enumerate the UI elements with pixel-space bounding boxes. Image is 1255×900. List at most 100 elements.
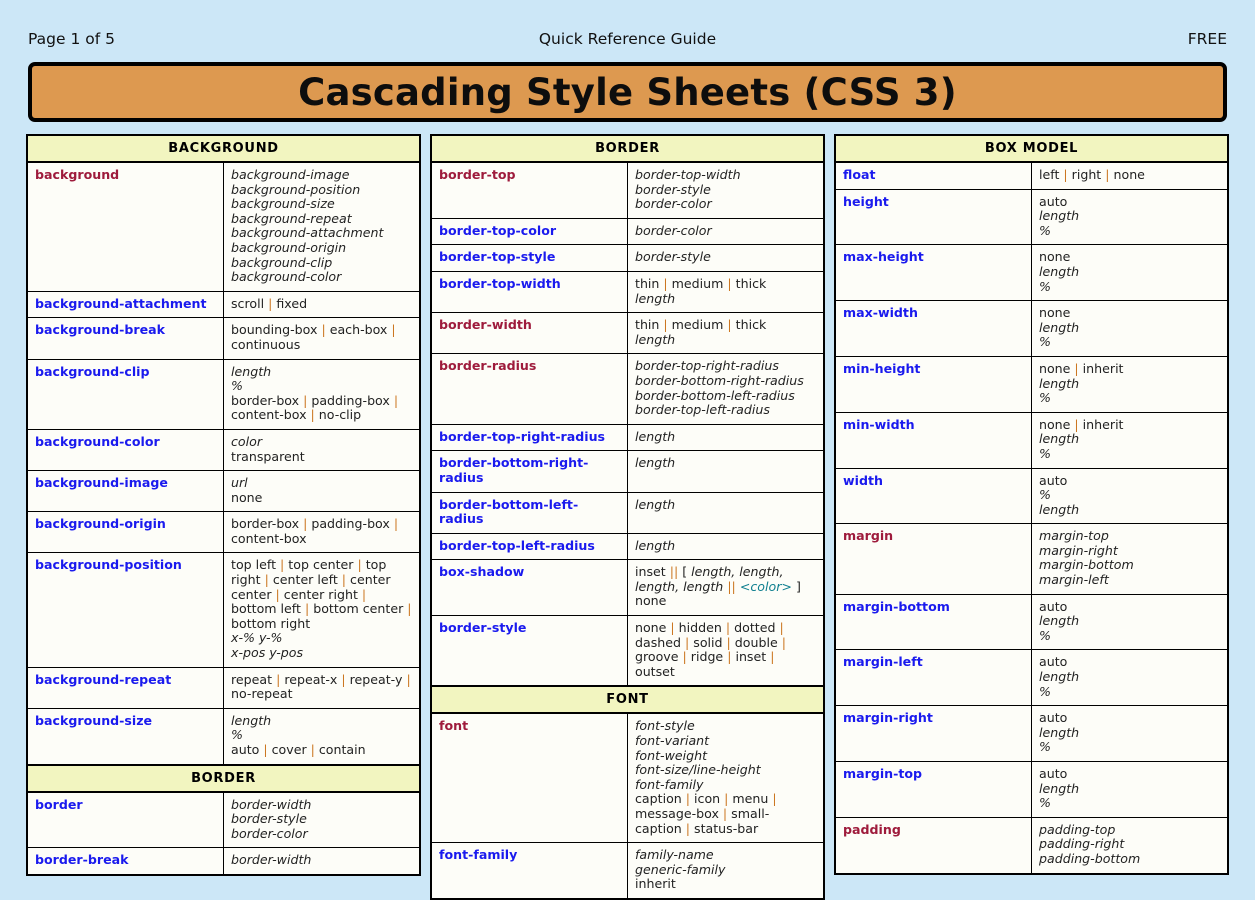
value-line: thin | medium | thick [635, 318, 816, 333]
value-line: border-style [635, 250, 816, 265]
value-line: family-name [635, 848, 816, 863]
value-line: border-width [231, 798, 412, 813]
value-keyword: border-box [231, 516, 303, 531]
property-values: thin | medium | thicklength [628, 313, 825, 354]
property-table: FONTfontfont-stylefont-variantfont-weigh… [430, 687, 825, 900]
value-line: margin-left [1039, 573, 1220, 588]
value-keyword: border-box [231, 393, 303, 408]
value-line: thin | medium | thick [635, 277, 816, 292]
property-name: border-width [431, 313, 628, 354]
property-values: none | inheritlength% [1032, 356, 1229, 412]
value-separator: | [770, 649, 774, 664]
property-row: marginmargin-topmargin-rightmargin-botto… [835, 524, 1228, 594]
value-placeholder: background-origin [231, 240, 346, 255]
value-keyword: double [731, 635, 782, 650]
property-values: length [628, 492, 825, 533]
value-line: auto [1039, 655, 1220, 670]
value-placeholder: font-size/line-height [635, 762, 761, 777]
value-line: none [635, 594, 816, 609]
value-line: top left | top center | top right | cent… [231, 558, 412, 631]
value-placeholder: family-name [635, 847, 714, 862]
section-heading: BORDER [431, 135, 824, 162]
property-values: font-stylefont-variantfont-weightfont-si… [628, 713, 825, 842]
value-line: length [1039, 377, 1220, 392]
value-line: background-size [231, 197, 412, 212]
value-line: x-pos y-pos [231, 646, 412, 661]
value-keyword: hidden [675, 620, 726, 635]
value-line: border-width [231, 853, 412, 868]
value-separator: | [406, 672, 410, 687]
value-line: border-bottom-left-radius [635, 389, 816, 404]
page-header-bar: Page 1 of 5 Quick Reference Guide FREE [0, 0, 1255, 44]
value-keyword: none [1110, 167, 1145, 182]
property-row: min-widthnone | inheritlength% [835, 412, 1228, 468]
property-values: scroll | fixed [224, 291, 421, 318]
value-line: border-color [231, 827, 412, 842]
property-row: backgroundbackground-imagebackground-pos… [27, 162, 420, 291]
value-line: length [1039, 782, 1220, 797]
value-placeholder: % [1039, 279, 1051, 294]
property-values: autolength% [1032, 594, 1229, 650]
value-placeholder: border-bottom-right-radius [635, 373, 804, 388]
value-keyword: cover [268, 742, 311, 757]
value-keyword: caption [635, 791, 686, 806]
value-separator: | [391, 322, 395, 337]
property-name: border-bottom-left-radius [431, 492, 628, 533]
property-name: margin-right [835, 706, 1032, 762]
value-line: scroll | fixed [231, 297, 412, 312]
value-keyword: top left [231, 557, 280, 572]
property-values: auto%length [1032, 468, 1229, 524]
value-line: border-top-left-radius [635, 403, 816, 418]
value-placeholder: length [1039, 781, 1079, 796]
value-keyword: outset [635, 664, 675, 679]
property-row: border-top-colorborder-color [431, 218, 824, 245]
reference-column: BORDERborder-top border-top-width border-s… [430, 134, 825, 900]
value-keyword: padding-box [307, 516, 394, 531]
property-values: autolength% [1032, 706, 1229, 762]
property-name: border-top-width [431, 271, 628, 312]
value-keyword: inset [731, 649, 770, 664]
value-line: % [1039, 280, 1220, 295]
value-line: % [1039, 447, 1220, 462]
property-name: padding [835, 817, 1032, 873]
value-line: border-top-right-radius [635, 359, 816, 374]
property-row: paddingpadding-toppadding-rightpadding-b… [835, 817, 1228, 873]
value-separator: | [782, 635, 786, 650]
value-line: length [1039, 614, 1220, 629]
section-heading: BACKGROUND [27, 135, 420, 162]
value-keyword: auto [231, 742, 263, 757]
value-placeholder: border-color [635, 196, 712, 211]
value-line: x-% y-% [231, 631, 412, 646]
property-name: background-color [27, 429, 224, 470]
value-keyword: none [1039, 417, 1074, 432]
value-line: length [635, 430, 816, 445]
property-row: border-top-left-radiuslength [431, 533, 824, 560]
property-row: border-bottom-right-radiuslength [431, 451, 824, 492]
property-values: autolength% [1032, 762, 1229, 818]
value-line: auto | cover | contain [231, 743, 412, 758]
value-keyword: none [1039, 361, 1074, 376]
property-name: border-top [431, 162, 628, 218]
property-values: margin-topmargin-rightmargin-bottommargi… [1032, 524, 1229, 594]
guide-subtitle: Quick Reference Guide [0, 30, 1255, 48]
value-placeholder: border-width [231, 797, 311, 812]
property-row: box-shadowinset || [ length, length, len… [431, 560, 824, 616]
property-row: border-breakborder-width [27, 848, 420, 875]
property-row: background-attachmentscroll | fixed [27, 291, 420, 318]
value-keyword: fixed [272, 296, 307, 311]
value-line: % [1039, 224, 1220, 239]
value-placeholder: font-family [635, 777, 703, 792]
value-line: length [1039, 503, 1220, 518]
reference-columns: BACKGROUNDbackgroundbackground-imageback… [0, 134, 1255, 900]
property-table: BORDERborder-top border-top-width border-s… [430, 134, 825, 687]
value-placeholder: length [635, 497, 675, 512]
property-name: width [835, 468, 1032, 524]
value-keyword: auto [1039, 473, 1067, 488]
property-name: box-shadow [431, 560, 628, 616]
value-placeholder: % [1039, 739, 1051, 754]
value-line: font-weight [635, 749, 816, 764]
value-line: length [1039, 209, 1220, 224]
reference-column: BACKGROUNDbackgroundbackground-imageback… [26, 134, 421, 876]
value-separator: | [772, 791, 776, 806]
property-name: margin-bottom [835, 594, 1032, 650]
